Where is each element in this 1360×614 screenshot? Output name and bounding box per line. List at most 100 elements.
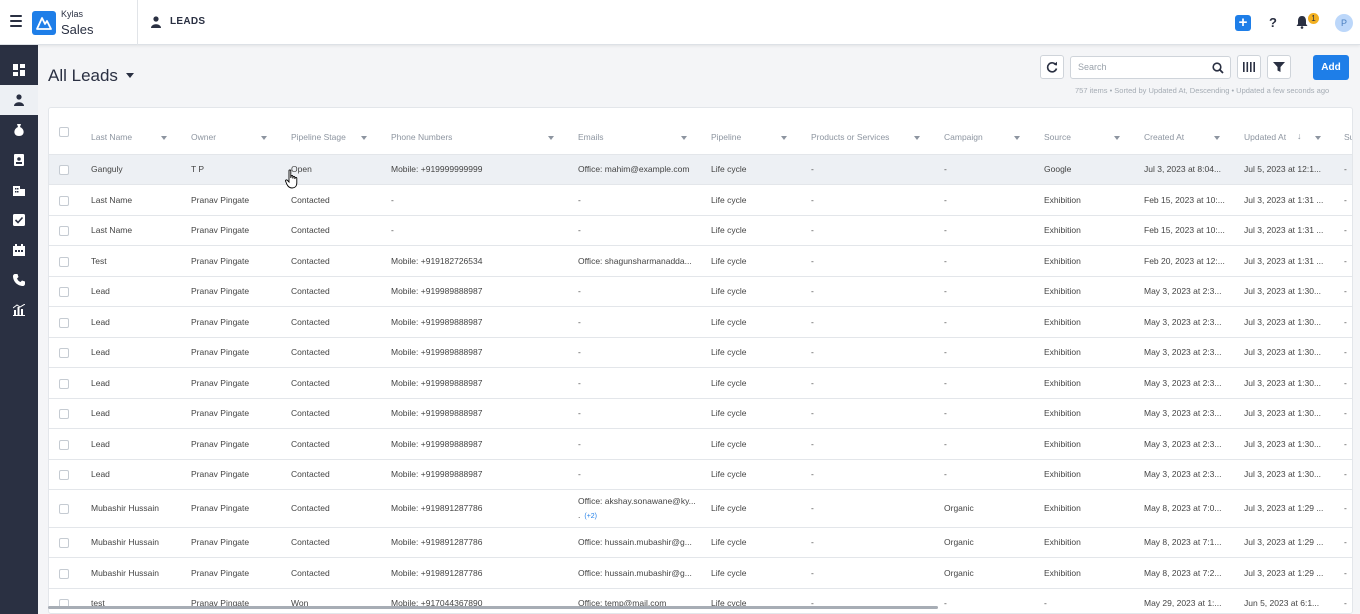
view-dropdown-icon[interactable] bbox=[126, 73, 134, 78]
sidebar-item-reports[interactable] bbox=[0, 295, 38, 325]
sidebar-item-tasks[interactable] bbox=[0, 205, 38, 235]
cell-last-name[interactable]: Ganguly bbox=[91, 164, 186, 174]
table-row[interactable]: test Pranav Pingate Won Mobile: +9170443678… bbox=[49, 589, 1352, 613]
sort-caret-icon[interactable] bbox=[161, 136, 167, 140]
row-checkbox[interactable] bbox=[59, 538, 69, 548]
table-row[interactable]: Ganguly T P Open Mobile: +919999999999 Offic… bbox=[49, 155, 1352, 185]
cell-phone[interactable]: Mobile: +919989888987 bbox=[391, 408, 571, 418]
cell-last-name[interactable]: Lead bbox=[91, 347, 186, 357]
add-button[interactable]: Add bbox=[1313, 55, 1349, 80]
sidebar-item-dashboard[interactable] bbox=[0, 55, 38, 85]
table-row[interactable]: Lead Pranav Pingate Contacted Mobile: +9199… bbox=[49, 277, 1352, 307]
table-row[interactable]: Lead Pranav Pingate Contacted Mobile: +9199… bbox=[49, 338, 1352, 368]
sort-caret-icon[interactable] bbox=[1214, 136, 1220, 140]
sidebar-item-companies[interactable] bbox=[0, 175, 38, 205]
row-checkbox[interactable] bbox=[59, 348, 69, 358]
row-checkbox[interactable] bbox=[59, 165, 69, 175]
sort-caret-icon[interactable] bbox=[1315, 136, 1321, 140]
row-checkbox[interactable] bbox=[59, 256, 69, 267]
cell-last-name[interactable]: Mubashir Hussain bbox=[91, 537, 186, 547]
cell-phone[interactable]: Mobile: +919989888987 bbox=[391, 439, 571, 449]
sort-caret-icon[interactable] bbox=[261, 136, 267, 140]
sidebar-item-contacts[interactable] bbox=[0, 145, 38, 175]
cell-last-name[interactable]: Lead bbox=[91, 317, 186, 327]
sidebar-item-deals[interactable] bbox=[0, 115, 38, 145]
cell-last-name[interactable]: Lead bbox=[91, 469, 186, 479]
refresh-button[interactable] bbox=[1040, 55, 1064, 79]
hamburger-menu-icon[interactable] bbox=[10, 15, 22, 29]
column-header-last-name[interactable]: Last Name bbox=[91, 132, 132, 142]
table-row[interactable]: Lead Pranav Pingate Contacted Mobile: +9199… bbox=[49, 307, 1352, 338]
cell-phone[interactable]: Mobile: +919182726534 bbox=[391, 256, 571, 266]
cell-last-name[interactable]: Lead bbox=[91, 286, 186, 296]
sort-caret-icon[interactable] bbox=[914, 136, 920, 140]
cell-phone[interactable]: Mobile: +919999999999 bbox=[391, 164, 571, 174]
cell-last-name[interactable]: Lead bbox=[91, 439, 186, 449]
sidebar-item-calendar[interactable] bbox=[0, 235, 38, 265]
avatar[interactable]: P bbox=[1335, 14, 1353, 32]
column-header-pipeline-stage[interactable]: Pipeline Stage bbox=[291, 132, 346, 142]
table-row[interactable]: Lead Pranav Pingate Contacted Mobile: +9199… bbox=[49, 368, 1352, 399]
cell-email[interactable]: Office: hussain.mubashir@g... bbox=[578, 568, 701, 578]
table-row[interactable]: Lead Pranav Pingate Contacted Mobile: +9199… bbox=[49, 460, 1352, 490]
sort-caret-icon[interactable] bbox=[361, 136, 367, 140]
select-all-checkbox[interactable] bbox=[59, 127, 69, 137]
column-header-owner[interactable]: Owner bbox=[191, 132, 216, 142]
table-row[interactable]: Last Name Pranav Pingate Contacted - - Life c… bbox=[49, 216, 1352, 246]
cell-last-name[interactable]: Test bbox=[91, 256, 186, 266]
sort-caret-icon[interactable] bbox=[548, 136, 554, 140]
cell-phone[interactable]: Mobile: +919989888987 bbox=[391, 286, 571, 296]
sidebar-item-leads[interactable] bbox=[0, 85, 38, 115]
table-row[interactable]: Last Name Pranav Pingate Contacted - - Life c… bbox=[49, 185, 1352, 216]
search-input[interactable] bbox=[1078, 62, 1203, 72]
row-checkbox[interactable] bbox=[59, 195, 69, 206]
column-header-campaign[interactable]: Campaign bbox=[944, 132, 983, 142]
cell-last-name[interactable]: Mubashir Hussain bbox=[91, 568, 186, 578]
row-checkbox[interactable] bbox=[59, 504, 69, 514]
cell-email[interactable]: Office: shagunsharmanadda... bbox=[578, 256, 701, 266]
cell-email[interactable]: Office: akshay.sonawane@ky... bbox=[578, 496, 701, 506]
cell-phone[interactable]: Mobile: +919989888987 bbox=[391, 347, 571, 357]
page-title[interactable]: All Leads bbox=[48, 66, 118, 86]
row-checkbox[interactable] bbox=[59, 317, 69, 328]
help-icon[interactable]: ? bbox=[1269, 15, 1277, 30]
column-header-sub[interactable]: Su bbox=[1344, 132, 1352, 142]
table-row[interactable]: Mubashir Hussain Pranav Pingate Contacted M… bbox=[49, 528, 1352, 558]
cell-email[interactable]: Office: mahim@example.com bbox=[578, 164, 701, 174]
sort-caret-icon[interactable] bbox=[1014, 136, 1020, 140]
column-header-source[interactable]: Source bbox=[1044, 132, 1071, 142]
more-emails-link[interactable]: (+2) bbox=[584, 513, 597, 520]
cell-last-name[interactable]: Mubashir Hussain bbox=[91, 503, 186, 513]
cell-email[interactable]: Office: hussain.mubashir@g... bbox=[578, 537, 701, 547]
cell-phone[interactable]: Mobile: +919891287786 bbox=[391, 568, 571, 578]
cell-phone[interactable]: Mobile: +919891287786 bbox=[391, 537, 571, 547]
cell-last-name[interactable]: Lead bbox=[91, 408, 186, 418]
row-checkbox[interactable] bbox=[59, 409, 69, 419]
filter-button[interactable] bbox=[1267, 55, 1291, 79]
sort-caret-icon[interactable] bbox=[1114, 136, 1120, 140]
sort-caret-icon[interactable] bbox=[681, 136, 687, 140]
cell-last-name[interactable]: Last Name bbox=[91, 225, 186, 235]
cell-last-name[interactable]: Lead bbox=[91, 378, 186, 388]
row-checkbox[interactable] bbox=[59, 470, 69, 480]
column-header-pipeline[interactable]: Pipeline bbox=[711, 132, 741, 142]
horizontal-scrollbar[interactable] bbox=[48, 606, 938, 609]
table-row[interactable]: Mubashir Hussain Pranav Pingate Contacted M… bbox=[49, 490, 1352, 528]
kylas-logo-icon[interactable] bbox=[32, 11, 56, 35]
column-header-updated-at[interactable]: Updated At bbox=[1244, 132, 1286, 142]
columns-button[interactable] bbox=[1237, 55, 1261, 79]
cell-phone[interactable]: Mobile: +919989888987 bbox=[391, 469, 571, 479]
row-checkbox[interactable] bbox=[59, 287, 69, 297]
row-checkbox[interactable] bbox=[59, 568, 69, 579]
column-header-phone-numbers[interactable]: Phone Numbers bbox=[391, 132, 452, 142]
row-checkbox[interactable] bbox=[59, 226, 69, 236]
table-row[interactable]: Lead Pranav Pingate Contacted Mobile: +9199… bbox=[49, 429, 1352, 460]
cell-phone[interactable]: Mobile: +919989888987 bbox=[391, 378, 571, 388]
column-header-emails[interactable]: Emails bbox=[578, 132, 604, 142]
bell-icon[interactable] bbox=[1296, 15, 1308, 29]
table-row[interactable]: Mubashir Hussain Pranav Pingate Contacted M… bbox=[49, 558, 1352, 589]
cell-last-name[interactable]: Last Name bbox=[91, 195, 186, 205]
search-icon[interactable] bbox=[1212, 62, 1224, 74]
cell-phone[interactable]: Mobile: +919891287786 bbox=[391, 503, 571, 513]
table-row[interactable]: Lead Pranav Pingate Contacted Mobile: +9199… bbox=[49, 399, 1352, 429]
